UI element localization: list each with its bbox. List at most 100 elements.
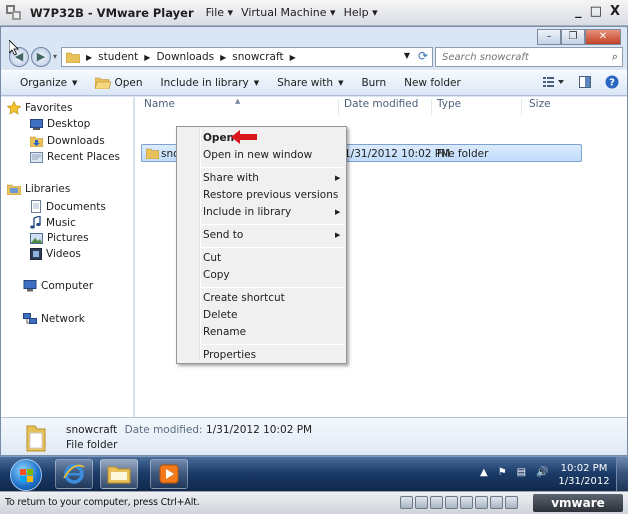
organize-button[interactable]: Organize ▼ <box>20 77 77 89</box>
taskbar-media-player[interactable] <box>150 459 188 489</box>
column-divider[interactable] <box>431 99 432 115</box>
computer-icon <box>23 280 37 292</box>
burn-button[interactable]: Burn <box>361 77 386 89</box>
view-options-button[interactable] <box>543 77 565 90</box>
sidebar-item-desktop[interactable]: Desktop <box>30 118 90 130</box>
sound-device-icon[interactable] <box>475 496 488 509</box>
vmware-window-title: W7P32B - VMware Player <box>30 5 194 20</box>
column-header-type[interactable]: Type <box>437 98 461 110</box>
details-file-name: snowcraft <box>66 424 118 436</box>
network-tray-icon[interactable]: ▤ <box>517 467 526 478</box>
sidebar-item-downloads[interactable]: Downloads <box>30 135 105 147</box>
breadcrumb-chevron-icon: ▶ <box>289 52 296 62</box>
column-header-name[interactable]: Name <box>144 98 175 110</box>
explorer-maximize-button[interactable]: ❐ <box>561 29 585 45</box>
sidebar-label: Pictures <box>47 232 89 244</box>
context-menu-cut[interactable]: Cut <box>203 252 221 264</box>
sidebar-item-libraries[interactable]: Libraries <box>7 183 70 195</box>
column-header-size[interactable]: Size <box>529 98 551 110</box>
breadcrumb-snowcraft[interactable]: snowcraft <box>232 51 283 63</box>
sidebar-item-favorites[interactable]: Favorites <box>7 101 72 115</box>
sidebar-item-videos[interactable]: Videos <box>30 248 81 260</box>
context-menu-rename[interactable]: Rename <box>203 326 246 338</box>
sidebar-item-documents[interactable]: Documents <box>30 200 106 213</box>
sidebar-item-pictures[interactable]: Pictures <box>30 232 89 244</box>
address-history-dropdown-icon[interactable]: ▼ <box>404 51 410 60</box>
vmware-menu-file[interactable]: File ▾ <box>204 6 235 19</box>
new-folder-label: New folder <box>404 77 461 89</box>
file-type: File folder <box>437 148 489 160</box>
help-button[interactable]: ? <box>605 75 619 92</box>
sidebar-item-music[interactable]: Music <box>30 216 76 229</box>
context-menu-properties[interactable]: Properties <box>203 349 256 361</box>
taskbar-windows-explorer[interactable] <box>100 459 138 489</box>
vmware-maximize-button[interactable]: □ <box>590 4 602 19</box>
address-bar[interactable]: ▶ student ▶ Downloads ▶ snowcraft ▶ ▼ ⟳ <box>61 47 433 67</box>
volume-icon[interactable]: 🔊 <box>536 467 548 478</box>
refresh-icon[interactable]: ⟳ <box>418 49 428 63</box>
submenu-arrow-icon: ▶ <box>335 231 341 239</box>
search-icon[interactable]: ⌕ <box>612 50 618 64</box>
sidebar-label: Computer <box>41 280 94 292</box>
preview-pane-button[interactable] <box>579 76 591 91</box>
breadcrumb-downloads[interactable]: Downloads <box>156 51 214 63</box>
view-list-icon <box>543 77 564 87</box>
show-desktop-button[interactable] <box>616 457 628 492</box>
explorer-minimize-button[interactable]: – <box>537 29 561 45</box>
vmware-menu-help[interactable]: Help ▾ <box>342 6 380 19</box>
share-with-button[interactable]: Share with ▼ <box>277 77 343 89</box>
cd-drive-device-icon[interactable] <box>415 496 428 509</box>
help-icon: ? <box>605 75 619 89</box>
breadcrumb-chevron-icon: ▶ <box>220 52 227 62</box>
windows-explorer-icon <box>107 466 131 484</box>
documents-icon <box>31 200 41 213</box>
context-menu-delete[interactable]: Delete <box>203 309 238 321</box>
floppy-device-icon[interactable] <box>430 496 443 509</box>
recent-pages-dropdown-icon[interactable]: ▾ <box>53 52 57 61</box>
context-menu-share-with[interactable]: Share with <box>203 172 259 184</box>
start-button[interactable] <box>10 459 42 491</box>
taskbar-internet-explorer[interactable] <box>55 459 93 489</box>
network-icon <box>23 313 37 324</box>
column-divider[interactable] <box>338 99 339 115</box>
new-folder-button[interactable]: New folder <box>404 77 461 89</box>
include-in-library-button[interactable]: Include in library ▼ <box>160 77 259 89</box>
explorer-close-button[interactable]: ✕ <box>585 29 621 45</box>
context-menu-open[interactable]: Open <box>203 132 234 144</box>
column-header-date-modified[interactable]: Date modified <box>344 98 418 110</box>
context-menu-restore-previous-versions[interactable]: Restore previous versions <box>203 189 338 201</box>
search-box[interactable]: ⌕ <box>435 47 623 67</box>
vmware-minimize-button[interactable]: _ <box>575 4 582 19</box>
hard-disk-device-icon[interactable] <box>400 496 413 509</box>
column-divider[interactable] <box>521 99 522 115</box>
context-menu-copy[interactable]: Copy <box>203 269 230 281</box>
vmware-menu-virtual-machine[interactable]: Virtual Machine ▾ <box>239 6 338 19</box>
context-menu-send-to[interactable]: Send to <box>203 229 243 241</box>
context-menu-open-new-window[interactable]: Open in new window <box>203 149 312 161</box>
sidebar-label: Documents <box>46 200 106 213</box>
open-label: Open <box>114 77 143 89</box>
display-device-icon[interactable] <box>505 496 518 509</box>
forward-button[interactable]: ▶ <box>31 47 51 67</box>
taskbar-clock[interactable]: 10:02 PM 1/31/2012 <box>556 462 612 488</box>
context-menu-create-shortcut[interactable]: Create shortcut <box>203 292 285 304</box>
sidebar-item-computer[interactable]: Computer <box>23 280 93 292</box>
sidebar-label: Desktop <box>47 118 91 130</box>
sidebar-item-recent-places[interactable]: Recent Places <box>30 151 120 163</box>
network-adapter-device-icon[interactable] <box>445 496 458 509</box>
context-menu-include-in-library[interactable]: Include in library <box>203 206 291 218</box>
sidebar-item-network[interactable]: Network <box>23 313 85 325</box>
tray-expand-icon[interactable]: ▲ <box>480 467 488 478</box>
usb-device-icon[interactable] <box>460 496 473 509</box>
sidebar-label: Favorites <box>25 102 73 114</box>
search-input[interactable] <box>442 48 602 66</box>
vmware-close-button[interactable]: X <box>610 4 620 19</box>
breadcrumb-chevron-icon: ▶ <box>86 52 93 62</box>
open-button[interactable]: Open <box>95 77 142 89</box>
folder-icon <box>66 52 80 63</box>
printer-device-icon[interactable] <box>490 496 503 509</box>
chevron-down-icon: ▼ <box>253 79 260 87</box>
breadcrumb-student[interactable]: student <box>98 51 138 63</box>
action-center-flag-icon[interactable]: ⚑ <box>498 467 507 478</box>
vmware-window-controls: _ □ X <box>575 4 620 19</box>
